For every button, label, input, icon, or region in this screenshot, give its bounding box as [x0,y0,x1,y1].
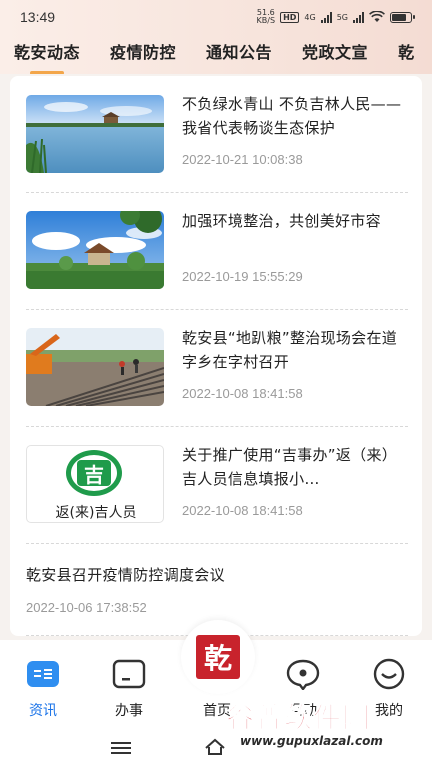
signal-icon-2 [353,11,364,23]
news-item[interactable]: 乾安县“地趴粮”整治现场会在道字乡在字村召开 2022-10-08 18:41:… [26,310,408,427]
news-thumbnail-construction [26,328,164,406]
news-thumbnail-ji-logo: 吉 返(来)吉人员 [26,445,164,523]
net-5g-label: 5G [336,12,348,22]
home-icon[interactable] [204,738,226,756]
status-bar: 13:49 51.6 KB/S HD 4G 5G [0,0,432,34]
network-speed: 51.6 KB/S [256,8,276,25]
news-item[interactable]: 吉 返(来)吉人员 关于推广使用“吉事办”返（来）吉人员信息填报小… 2022-… [26,427,408,544]
tab-epidemic-control[interactable]: 疫情防控 [110,39,176,69]
nav-label: 资讯 [29,703,57,719]
tab-party-publicity[interactable]: 党政文宣 [302,39,368,69]
profile-icon [371,658,407,690]
nav-news[interactable]: 资讯 [13,658,73,720]
wifi-icon [369,11,385,22]
nav-label: 办事 [115,703,143,719]
news-icon [25,658,61,690]
watermark-url: www.gupuxlazal.com [240,734,383,748]
thumb-caption: 返(来)吉人员 [55,505,137,521]
news-item[interactable]: 不负绿水青山 不负吉林人民——我省代表畅谈生态保护 2022-10-21 10:… [26,76,408,193]
tab-qianan-news[interactable]: 乾安动态 [14,39,80,69]
hd-badge: HD [280,11,300,23]
category-tabs: 乾安动态 疫情防控 通知公告 党政文宣 乾 [0,34,432,74]
ji-logo-icon: 吉 [66,450,122,496]
tab-notices[interactable]: 通知公告 [206,39,272,69]
news-date: 2022-10-08 18:41:58 [182,386,303,401]
news-title: 加强环境整治，共创美好市容 [182,212,381,230]
news-item[interactable]: 加强环境整治，共创美好市容 2022-10-19 15:55:29 [26,193,408,310]
news-title: 不负绿水青山 不负吉林人民——我省代表畅谈生态保护 [182,95,402,137]
watermark-title: 谷普软件园 [225,701,372,735]
status-time: 13:49 [20,9,56,25]
chat-icon [285,658,321,690]
home-seal-icon: 乾 [196,635,240,679]
net-4g-label: 4G [304,12,316,22]
news-thumbnail-lake [26,95,164,173]
news-title: 乾安县召开疫情防控调度会议 [26,566,225,584]
tab-more[interactable]: 乾 [398,39,415,69]
nav-service[interactable]: 办事 [99,658,159,720]
watermark: 谷普软件园 www.gupuxlazal.com [225,696,432,749]
service-icon [111,658,147,690]
news-date: 2022-10-21 10:08:38 [182,152,303,167]
news-list: 不负绿水青山 不负吉林人民——我省代表畅谈生态保护 2022-10-21 10:… [10,76,422,636]
news-title: 乾安县“地趴粮”整治现场会在道字乡在字村召开 [182,329,398,371]
status-indicators: 51.6 KB/S HD 4G 5G [256,8,415,25]
signal-icon [320,11,332,23]
news-title: 关于推广使用“吉事办”返（来）吉人员信息填报小… [182,446,398,488]
news-thumbnail-village [26,211,164,289]
news-date: 2022-10-19 15:55:29 [182,269,303,284]
news-date: 2022-10-06 17:38:52 [26,600,147,615]
news-date: 2022-10-08 18:41:58 [182,503,303,518]
home-button[interactable]: 乾 [181,620,255,694]
battery-icon [390,11,415,23]
menu-icon[interactable] [111,741,131,755]
